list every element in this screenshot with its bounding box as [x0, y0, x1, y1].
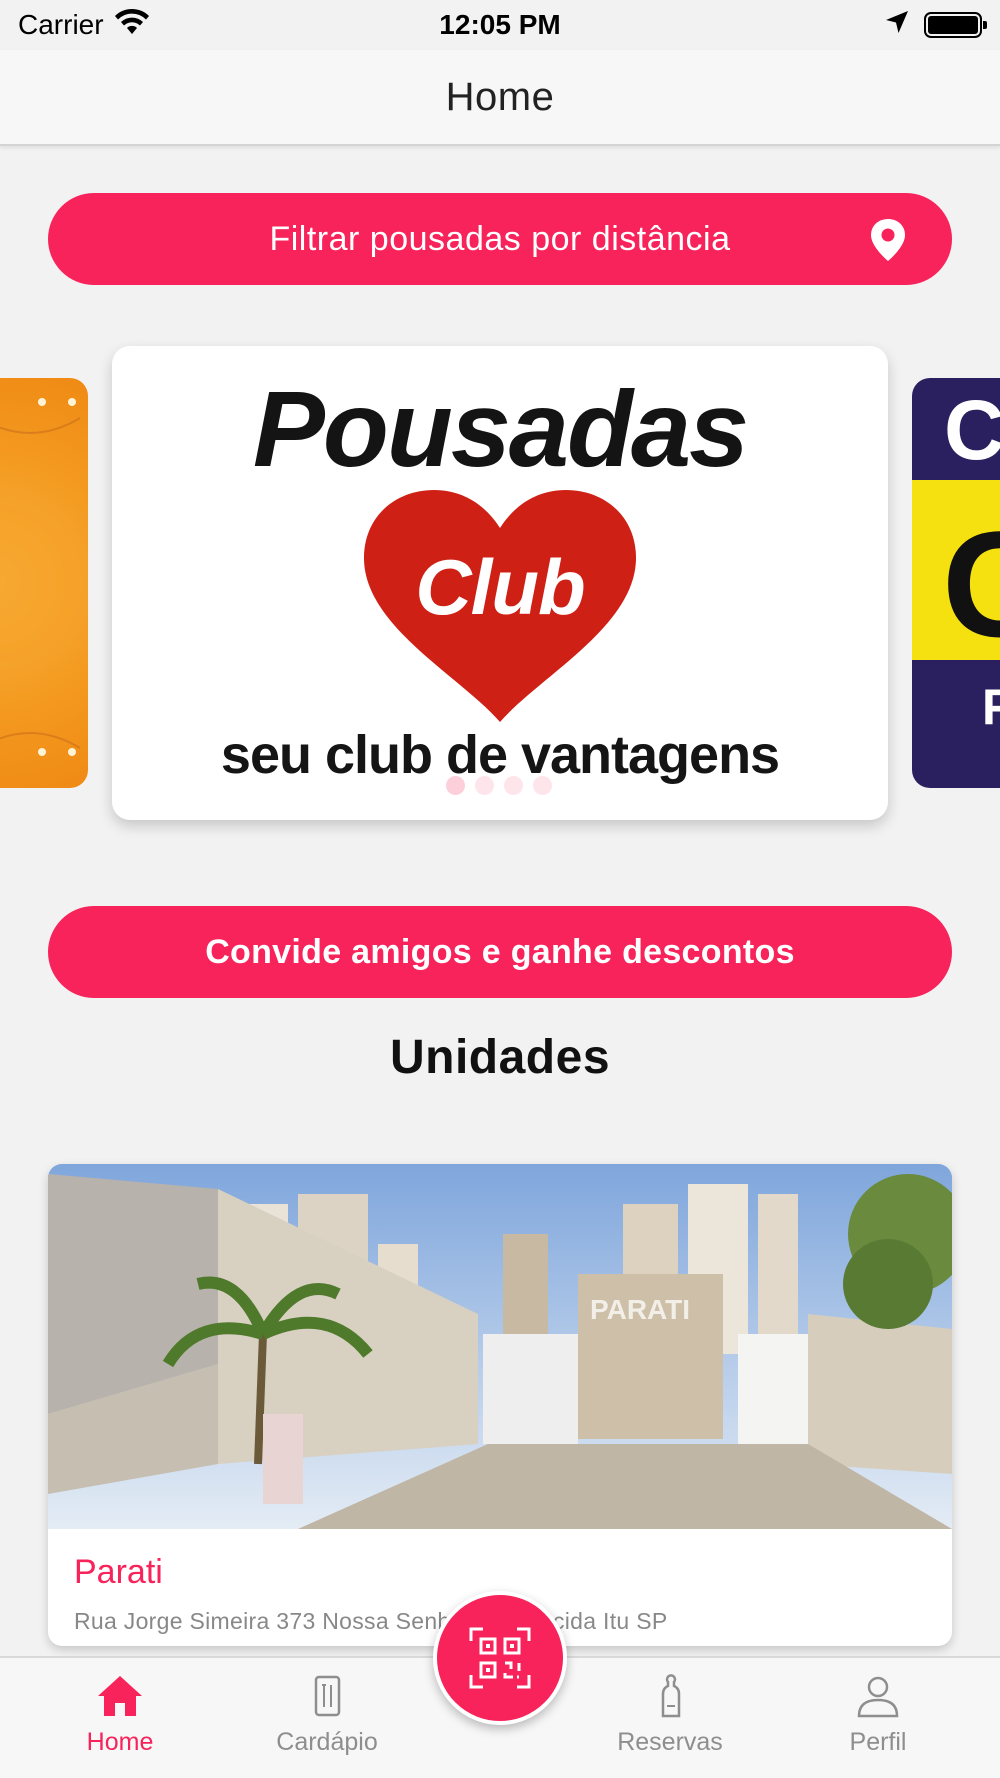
unit-name: Parati: [74, 1553, 163, 1591]
filter-button-label: Filtrar pousadas por distância: [269, 219, 731, 258]
qr-code-icon: [469, 1627, 531, 1689]
carousel-slide-previous[interactable]: [0, 378, 88, 788]
carousel-dot[interactable]: [475, 776, 494, 795]
unit-photo: PARATI: [48, 1164, 952, 1529]
tab-reservas[interactable]: Reservas: [590, 1672, 750, 1772]
status-time: 12:05 PM: [439, 9, 561, 40]
location-arrow-icon: [884, 9, 910, 42]
door-hanger-icon: [661, 1674, 681, 1718]
units-section-title: Unidades: [389, 1031, 611, 1084]
status-bar: Carrier 12:05 PM: [0, 0, 1000, 50]
unit-card[interactable]: PARATI Parati Rua Jorge Simeira 373 Noss…: [48, 1164, 952, 1646]
home-icon: [98, 1676, 142, 1716]
tab-perfil[interactable]: Perfil: [798, 1672, 958, 1772]
photo-sign-text: PARATI: [590, 1294, 690, 1325]
menu-book-icon: [314, 1675, 341, 1717]
carousel-dot[interactable]: [533, 776, 552, 795]
wifi-icon: [114, 8, 150, 43]
tab-cardapio-label: Cardápio: [276, 1728, 378, 1756]
carousel-page-indicator[interactable]: [446, 776, 552, 795]
navigation-bar: Home: [0, 50, 1000, 146]
page-title: Home: [445, 74, 555, 119]
map-pin-icon: [871, 219, 905, 261]
unit-address: Rua Jorge Simeira 373 Nossa Senhora Apar…: [74, 1608, 668, 1634]
promo-carousel[interactable]: Pousadas Club seu club de vantagens C G …: [0, 344, 1000, 824]
invite-button-label: Convide amigos e ganhe descontos: [205, 932, 795, 971]
carousel-slide-current[interactable]: Pousadas Club seu club de vantagens: [112, 346, 888, 820]
invite-friends-button[interactable]: Convide amigos e ganhe descontos: [48, 906, 952, 998]
brand-title: Pousadas: [252, 368, 749, 489]
filter-by-distance-button[interactable]: Filtrar pousadas por distância: [48, 193, 952, 285]
battery-icon: [924, 12, 987, 38]
tab-perfil-label: Perfil: [849, 1728, 907, 1756]
tab-reservas-label: Reservas: [617, 1728, 723, 1756]
carousel-dot[interactable]: [504, 776, 523, 795]
heart-logo-text: Club: [415, 543, 585, 631]
tab-home-label: Home: [86, 1728, 154, 1756]
qr-scan-button[interactable]: [433, 1591, 567, 1725]
home-screen: Carrier 12:05 PM Home Filtrar pousadas p…: [0, 0, 1000, 1778]
carousel-slide-next[interactable]: C G F: [912, 378, 1000, 788]
tab-home[interactable]: Home: [40, 1672, 200, 1772]
carousel-dot[interactable]: [446, 776, 465, 795]
carrier-label: Carrier: [18, 9, 104, 40]
tab-cardapio[interactable]: Cardápio: [247, 1672, 407, 1772]
person-icon: [857, 1676, 899, 1718]
